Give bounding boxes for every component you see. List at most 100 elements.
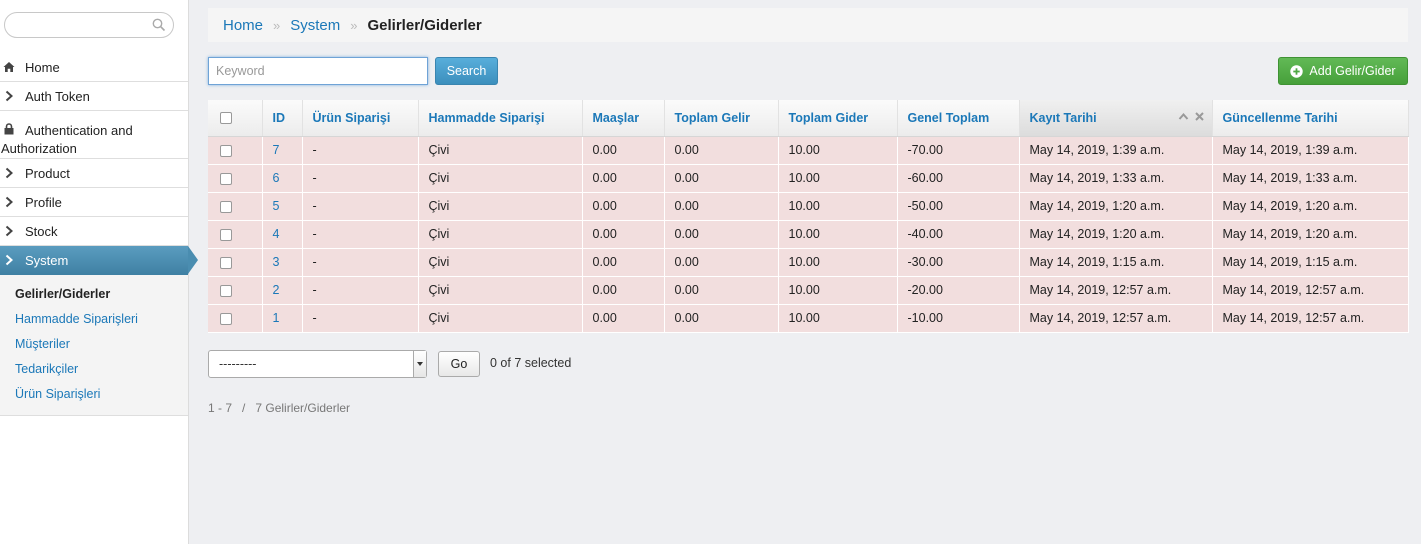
table-cell: May 14, 2019, 12:57 a.m. [1019,276,1213,305]
table-cell: 10.00 [778,192,898,221]
table-cell: -70.00 [897,136,1020,165]
sidebar-item-stock[interactable]: Stock [0,217,188,246]
row-id-link[interactable]: 5 [273,199,280,213]
column-header-maaslar[interactable]: Maaşlar [582,100,665,137]
table-cell: -60.00 [897,164,1020,193]
breadcrumb-system[interactable]: System [290,17,340,34]
table-cell: Çivi [418,248,583,277]
column-header-urun-siparisi[interactable]: Ürün Siparişi [302,100,419,137]
sidebar-item-profile[interactable]: Profile [0,188,188,217]
table-cell: - [302,220,419,249]
column-header-guncellenme-tarihi[interactable]: Güncellenme Tarihi [1212,100,1409,137]
sidebar-item-authentication[interactable]: Authentication and Authorization [0,111,188,159]
keyword-search-input[interactable] [208,57,428,85]
remove-sort-icon[interactable] [1194,111,1205,122]
action-select[interactable]: --------- [208,350,427,378]
row-checkbox[interactable] [220,256,232,269]
table-cell: 10.00 [778,276,898,305]
sidebar-item-home[interactable]: Home [0,53,188,82]
table-cell: Çivi [418,136,583,165]
row-id-link[interactable]: 6 [273,171,280,185]
table-body: 7- Çivi 0.00 0.00 10.00 -70.00 May 14, 2019, 1… [208,136,1409,333]
row-id-link[interactable]: 7 [273,143,280,157]
table-row[interactable]: 5- Çivi 0.00 0.00 10.00 -50.00 May 14, 2019, 1… [208,192,1409,221]
submenu-item-gelirler-giderler[interactable]: Gelirler/Giderler [0,282,188,307]
submenu-item-tedarikciler[interactable]: Tedarikçiler [0,357,188,382]
row-checkbox[interactable] [220,144,232,157]
table-cell: -20.00 [897,276,1020,305]
table-cell: 0.00 [582,248,665,277]
search-button[interactable]: Search [435,57,498,85]
table-cell: May 14, 2019, 12:57 a.m. [1212,304,1409,333]
lock-icon [4,123,14,135]
row-id-link[interactable]: 3 [273,255,280,269]
row-checkbox[interactable] [220,228,232,241]
row-id-link[interactable]: 2 [273,283,280,297]
table-cell: 0.00 [582,304,665,333]
column-header-kayit-tarihi[interactable]: Kayıt Tarihi [1019,100,1213,137]
table-cell: 0.00 [664,304,779,333]
row-select-cell [208,136,263,165]
submenu-item-musteriler[interactable]: Müşteriler [0,332,188,357]
table-cell: May 14, 2019, 1:39 a.m. [1212,136,1409,165]
breadcrumb-home[interactable]: Home [223,17,263,34]
table-row[interactable]: 7- Çivi 0.00 0.00 10.00 -70.00 May 14, 2019, 1… [208,136,1409,165]
select-all-header [208,100,263,137]
table-row[interactable]: 3- Çivi 0.00 0.00 10.00 -30.00 May 14, 2019, 1… [208,248,1409,277]
row-checkbox[interactable] [220,312,232,325]
table-cell: May 14, 2019, 1:20 a.m. [1212,220,1409,249]
sidebar-item-product[interactable]: Product [0,159,188,188]
add-gelir-gider-button[interactable]: Add Gelir/Gider [1278,57,1408,85]
sidebar: Home Auth Token Authentication and Autho… [0,0,198,544]
sidebar-item-label: Stock [25,223,58,239]
table-cell: 10.00 [778,248,898,277]
sort-ascending-icon[interactable] [1178,111,1189,122]
row-checkbox[interactable] [220,172,232,185]
column-header-toplam-gelir[interactable]: Toplam Gelir [664,100,779,137]
table-row[interactable]: 2- Çivi 0.00 0.00 10.00 -20.00 May 14, 2019, 1… [208,276,1409,305]
column-header-toplam-gider[interactable]: Toplam Gider [778,100,898,137]
sidebar-search-input[interactable] [4,12,174,38]
table-cell: - [302,192,419,221]
plus-circle-icon [1290,64,1304,78]
table-cell: May 14, 2019, 1:20 a.m. [1212,192,1409,221]
table-cell: Çivi [418,276,583,305]
column-header-hammadde-siparisi[interactable]: Hammadde Siparişi [418,100,583,137]
row-checkbox[interactable] [220,284,232,297]
pagination-summary: 1 - 7 / 7 Gelirler/Giderler [208,401,351,415]
table-cell: 0.00 [582,192,665,221]
table-row[interactable]: 6- Çivi 0.00 0.00 10.00 -60.00 May 14, 2019, 1… [208,164,1409,193]
row-select-cell [208,164,263,193]
sidebar-item-auth-token[interactable]: Auth Token [0,82,188,111]
sidebar-item-system[interactable]: System [0,246,198,275]
go-button[interactable]: Go [438,351,480,377]
sidebar-item-label: Authentication and [25,123,133,138]
table-cell: 0.00 [582,276,665,305]
table-cell: May 14, 2019, 12:57 a.m. [1212,276,1409,305]
row-id-link[interactable]: 4 [273,227,280,241]
column-header-genel-toplam[interactable]: Genel Toplam [897,100,1020,137]
table-cell: 7 [262,136,303,165]
chevron-down-icon[interactable] [413,351,426,377]
row-id-link[interactable]: 1 [273,311,280,325]
breadcrumb-current: Gelirler/Giderler [367,16,482,34]
submenu-item-urun-siparisleri[interactable]: Ürün Siparişleri [0,382,188,407]
table-row[interactable]: 4- Çivi 0.00 0.00 10.00 -40.00 May 14, 2019, 1… [208,220,1409,249]
add-button-label: Add Gelir/Gider [1309,64,1396,78]
selection-counter: 0 of 7 selected [490,356,572,370]
table-cell: 6 [262,164,303,193]
column-header-id[interactable]: ID [262,100,303,137]
table-cell: 10.00 [778,164,898,193]
search-icon[interactable] [152,18,166,32]
home-icon [3,62,15,72]
select-all-checkbox[interactable] [220,112,232,125]
row-checkbox[interactable] [220,200,232,213]
sidebar-menu: Home Auth Token Authentication and Autho… [0,53,198,416]
table-cell: May 14, 2019, 1:15 a.m. [1212,248,1409,277]
table-cell: 0.00 [664,248,779,277]
table-row[interactable]: 1- Çivi 0.00 0.00 10.00 -10.00 May 14, 2019, 1… [208,304,1409,333]
chevron-right-icon [5,90,13,102]
submenu-item-hammadde-siparisleri[interactable]: Hammadde Siparişleri [0,307,188,332]
table-cell: Çivi [418,164,583,193]
sidebar-item-label: System [25,253,69,268]
